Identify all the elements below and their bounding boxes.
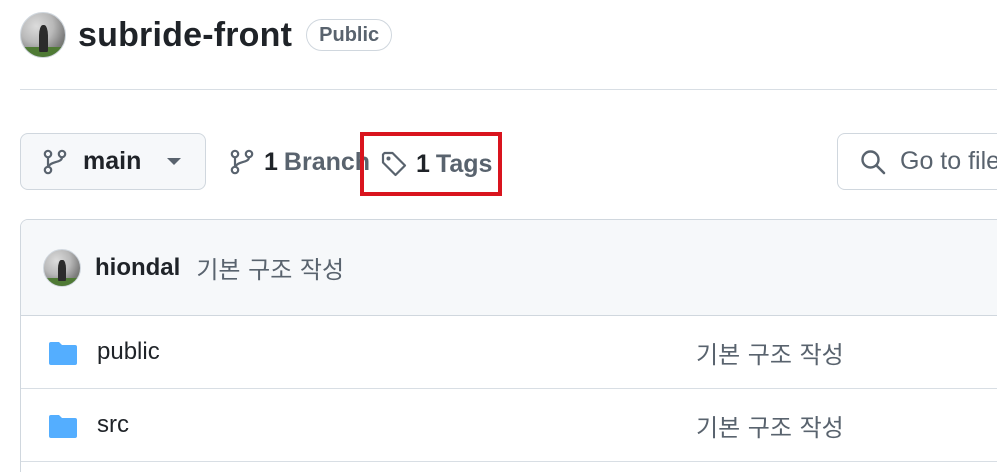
branch-select-button[interactable]: main xyxy=(20,133,206,190)
git-branch-icon xyxy=(43,149,67,174)
branches-count: 1 xyxy=(264,147,278,176)
file-table: hiondal 기본 구조 작성 public 기본 구조 작성 src 기본 … xyxy=(20,219,997,472)
latest-commit-row: hiondal 기본 구조 작성 xyxy=(21,220,997,316)
branch-name: main xyxy=(83,147,142,175)
tags-link[interactable]: 1 Tags xyxy=(360,132,502,196)
visibility-badge: Public xyxy=(306,19,393,51)
folder-icon xyxy=(49,415,77,438)
go-to-file-search[interactable] xyxy=(837,133,997,190)
file-commit-message[interactable]: 기본 구조 작성 xyxy=(696,408,844,443)
folder-icon xyxy=(49,342,77,365)
search-icon xyxy=(861,149,886,174)
git-branch-icon xyxy=(230,149,254,175)
avatar-figure xyxy=(58,259,67,282)
branches-label: Branch xyxy=(283,147,371,176)
repository-page: subride-front Public main 1 Branch 1 Tag… xyxy=(0,0,997,472)
caret-down-icon xyxy=(167,158,182,165)
tags-count: 1 xyxy=(416,149,430,178)
commit-author[interactable]: hiondal xyxy=(95,254,180,282)
author-avatar[interactable] xyxy=(43,248,81,287)
header-divider xyxy=(20,89,997,90)
file-name[interactable]: public xyxy=(97,338,160,366)
file-row[interactable]: public 기본 구조 작성 xyxy=(21,316,997,389)
owner-avatar[interactable] xyxy=(20,12,66,58)
tag-icon xyxy=(381,151,407,177)
file-name[interactable]: src xyxy=(97,411,129,439)
tags-label: Tags xyxy=(435,149,493,178)
go-to-file-input[interactable] xyxy=(900,147,997,176)
commit-message[interactable]: 기본 구조 작성 xyxy=(196,250,344,285)
repo-name[interactable]: subride-front xyxy=(78,16,292,55)
repo-header: subride-front Public xyxy=(20,10,393,60)
avatar-figure xyxy=(38,25,49,52)
file-commit-message[interactable]: 기본 구조 작성 xyxy=(696,335,844,370)
branches-link[interactable]: 1 Branch xyxy=(230,140,370,184)
file-row[interactable]: src 기본 구조 작성 xyxy=(21,389,997,462)
